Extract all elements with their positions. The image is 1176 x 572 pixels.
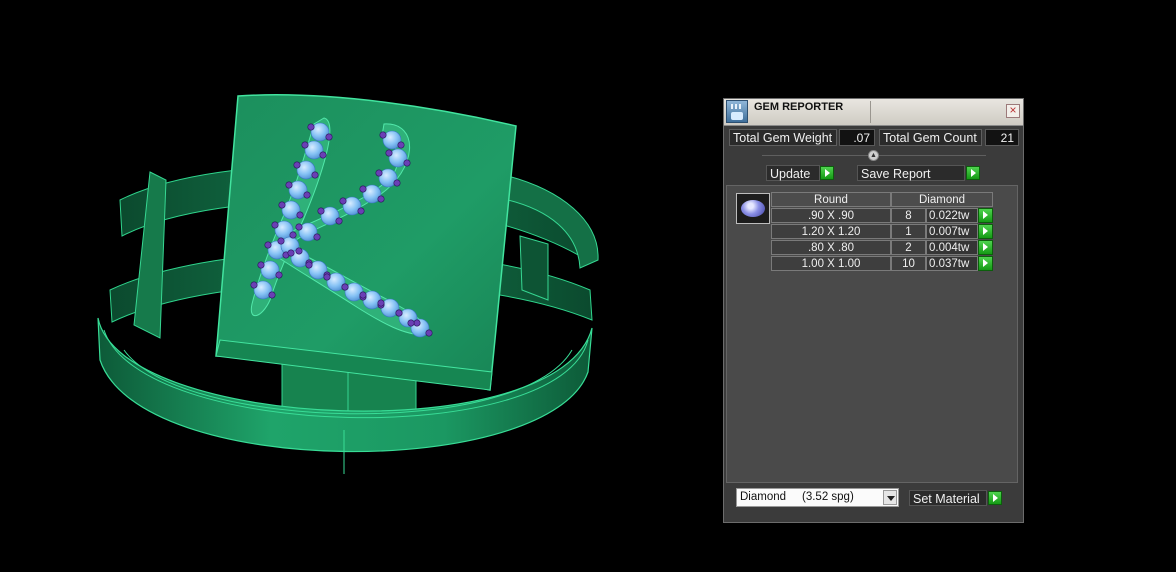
update-label: Update <box>766 165 820 181</box>
stone-size: 1.00 X 1.00 <box>771 256 891 271</box>
prong <box>323 273 331 281</box>
prong <box>395 309 403 317</box>
ring-top-face <box>215 94 517 391</box>
prong <box>301 141 309 149</box>
prong <box>277 237 285 245</box>
prong <box>379 131 387 139</box>
prong <box>377 299 385 307</box>
row-select-button[interactable] <box>978 240 993 255</box>
gem-reporter-app-icon <box>726 100 748 123</box>
prong <box>377 195 385 203</box>
stone-count: 10 <box>891 256 926 271</box>
row-select-button[interactable] <box>978 224 993 239</box>
prong <box>250 281 258 289</box>
set-material-label: Set Material <box>909 490 987 506</box>
stone-size: .90 X .90 <box>771 208 891 223</box>
stone-weight: 0.037tw <box>926 256 978 271</box>
stone-weight: 0.004tw <box>926 240 978 255</box>
title-divider <box>870 101 871 123</box>
prong <box>407 319 415 327</box>
prong <box>375 169 383 177</box>
round-gem-thumbnail-icon <box>736 193 770 224</box>
window-title: GEM REPORTER <box>754 101 844 113</box>
gem-report-list: Round Diamond .90 X .90 8 0.022tw 1.20 X… <box>726 185 1018 483</box>
stone-count: 1 <box>891 224 926 239</box>
prong <box>335 217 343 225</box>
set-material-button[interactable] <box>988 491 1002 505</box>
prong <box>295 223 303 231</box>
total-gem-weight-value: .07 <box>839 129 875 146</box>
prong <box>403 159 411 167</box>
cut-header: Round <box>771 192 891 207</box>
prong <box>264 241 272 249</box>
prong <box>339 197 347 205</box>
prong <box>359 291 367 299</box>
prong <box>296 211 304 219</box>
stone-weight: 0.007tw <box>926 224 978 239</box>
3d-viewport[interactable] <box>0 0 700 572</box>
total-gem-count-label: Total Gem Count <box>879 129 982 146</box>
total-gem-weight-label: Total Gem Weight <box>729 129 837 146</box>
prong <box>293 161 301 169</box>
prong <box>271 221 279 229</box>
prong <box>278 201 286 209</box>
prong <box>307 123 315 131</box>
prong <box>317 207 325 215</box>
gem-reporter-window: GEM REPORTER × Total Gem Weight .07 Tota… <box>723 98 1024 523</box>
prong <box>289 231 297 239</box>
prong <box>397 141 405 149</box>
prong <box>413 319 421 327</box>
prong <box>313 233 321 241</box>
prong <box>257 261 265 269</box>
prong <box>393 179 401 187</box>
title-bar[interactable]: GEM REPORTER × <box>724 99 1023 126</box>
update-button[interactable] <box>820 166 834 180</box>
prong <box>325 133 333 141</box>
material-header: Diamond <box>891 192 993 207</box>
prong <box>425 329 433 337</box>
close-icon[interactable]: × <box>1006 104 1020 118</box>
collapse-toggle-icon[interactable]: ▲ <box>868 150 879 161</box>
stone-size: .80 X .80 <box>771 240 891 255</box>
prong <box>285 181 293 189</box>
material-dropdown-value: Diamond (3.52 spg) <box>740 491 854 503</box>
prong <box>295 247 303 255</box>
stone-size: 1.20 X 1.20 <box>771 224 891 239</box>
prong <box>305 261 313 269</box>
prong <box>341 283 349 291</box>
stone-weight: 0.022tw <box>926 208 978 223</box>
chevron-down-icon[interactable] <box>883 490 897 505</box>
prong <box>311 171 319 179</box>
prong <box>319 151 327 159</box>
prong <box>287 249 295 257</box>
stone-count: 2 <box>891 240 926 255</box>
total-gem-count-value: 21 <box>985 129 1019 146</box>
save-report-button[interactable] <box>966 166 980 180</box>
save-report-label: Save Report <box>857 165 965 181</box>
prong <box>275 271 283 279</box>
prong <box>385 149 393 157</box>
stone-count: 8 <box>891 208 926 223</box>
row-select-button[interactable] <box>978 256 993 271</box>
prong <box>359 185 367 193</box>
prong <box>303 191 311 199</box>
material-dropdown[interactable]: Diamond (3.52 spg) <box>736 488 899 507</box>
prong <box>268 291 276 299</box>
prong <box>357 207 365 215</box>
row-select-button[interactable] <box>978 208 993 223</box>
